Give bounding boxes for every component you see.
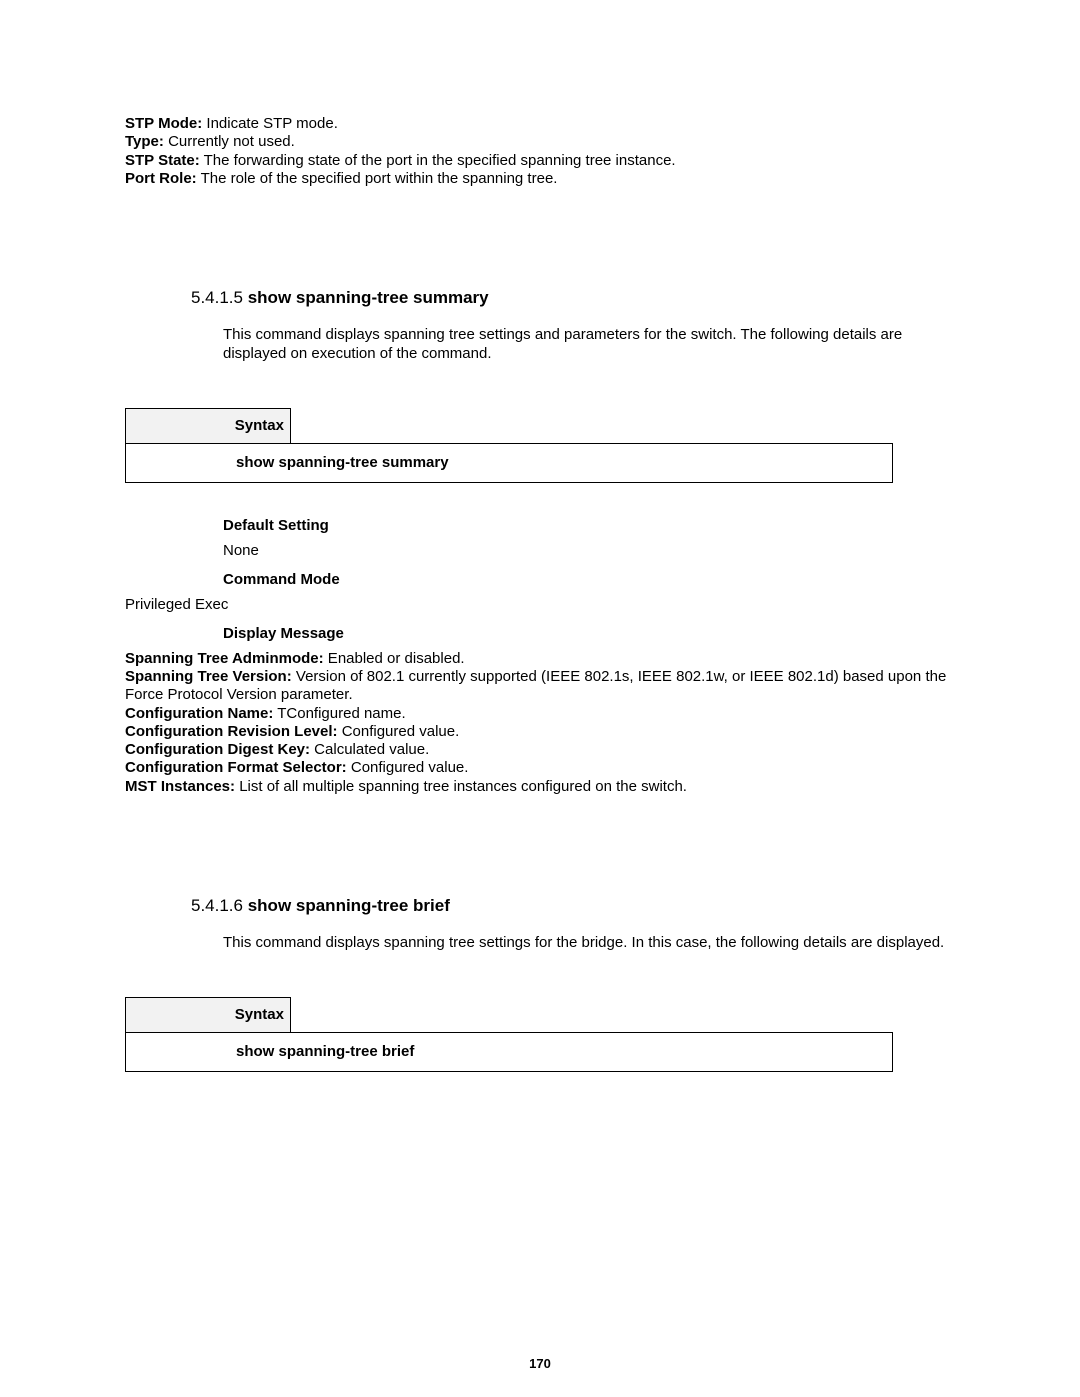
def-value: Indicate STP mode. (202, 115, 338, 132)
section-number: 5.4.1.6 (191, 896, 248, 915)
def-item: Type: Currently not used. (125, 133, 955, 151)
msg-item: Configuration Revision Level: Configured… (125, 723, 955, 741)
def-label: Port Role: (125, 170, 197, 187)
display-message-heading: Display Message (223, 625, 955, 642)
msg-label: Configuration Name: (125, 705, 273, 722)
top-definition-list: STP Mode: Indicate STP mode. Type: Curre… (125, 115, 955, 188)
def-item: STP State: The forwarding state of the p… (125, 152, 955, 170)
section-title: show spanning-tree brief (248, 896, 450, 915)
section-number: 5.4.1.5 (191, 288, 248, 307)
section-title: show spanning-tree summary (248, 288, 489, 307)
msg-label: Spanning Tree Adminmode: (125, 650, 324, 667)
display-message-list: Spanning Tree Adminmode: Enabled or disa… (125, 650, 955, 796)
syntax-block-brief: Syntax show spanning-tree brief (125, 997, 955, 1072)
section-body: This command displays spanning tree sett… (223, 326, 955, 364)
syntax-label: Syntax (125, 997, 291, 1033)
def-label: STP State: (125, 152, 200, 169)
msg-value: Calculated value. (310, 741, 429, 758)
msg-label: Configuration Revision Level: (125, 723, 338, 740)
msg-item: MST Instances: List of all multiple span… (125, 778, 955, 796)
msg-label: MST Instances: (125, 778, 235, 795)
command-mode-value: Privileged Exec (125, 596, 955, 613)
msg-value: Enabled or disabled. (324, 650, 465, 667)
def-label: STP Mode: (125, 115, 202, 132)
msg-item: Configuration Format Selector: Configure… (125, 759, 955, 777)
section-heading-brief: 5.4.1.6 show spanning-tree brief (191, 896, 955, 916)
def-item: STP Mode: Indicate STP mode. (125, 115, 955, 133)
msg-value: TConfigured name. (273, 705, 405, 722)
msg-label: Configuration Digest Key: (125, 741, 310, 758)
msg-item: Configuration Name: TConfigured name. (125, 705, 955, 723)
msg-value: Configured value. (338, 723, 460, 740)
syntax-command: show spanning-tree summary (125, 443, 893, 483)
msg-value: List of all multiple spanning tree insta… (235, 778, 687, 795)
def-item: Port Role: The role of the specified por… (125, 170, 955, 188)
page-number: 170 (0, 1356, 1080, 1371)
def-value: The forwarding state of the port in the … (200, 152, 676, 169)
section-heading-summary: 5.4.1.5 show spanning-tree summary (191, 288, 955, 308)
msg-item: Spanning Tree Version: Version of 802.1 … (125, 668, 955, 705)
default-setting-value: None (223, 542, 955, 559)
def-value: Currently not used. (164, 133, 295, 150)
msg-label: Configuration Format Selector: (125, 759, 347, 776)
msg-value: Configured value. (347, 759, 469, 776)
section-body: This command displays spanning tree sett… (223, 934, 955, 953)
def-value: The role of the specified port within th… (197, 170, 558, 187)
def-label: Type: (125, 133, 164, 150)
command-mode-heading: Command Mode (223, 571, 955, 588)
msg-item: Spanning Tree Adminmode: Enabled or disa… (125, 650, 955, 668)
document-page: STP Mode: Indicate STP mode. Type: Curre… (0, 0, 1080, 1397)
syntax-label: Syntax (125, 408, 291, 444)
syntax-command: show spanning-tree brief (125, 1032, 893, 1072)
syntax-block-summary: Syntax show spanning-tree summary (125, 408, 955, 483)
msg-label: Spanning Tree Version: (125, 668, 292, 685)
msg-item: Configuration Digest Key: Calculated val… (125, 741, 955, 759)
default-setting-heading: Default Setting (223, 517, 955, 534)
